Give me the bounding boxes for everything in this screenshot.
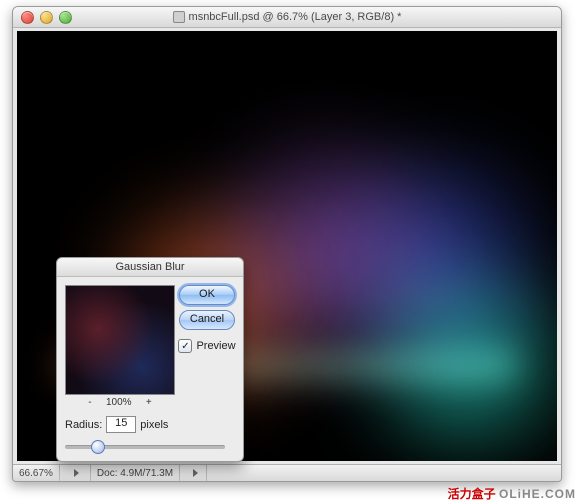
minimize-window-button[interactable] xyxy=(40,11,53,24)
slider-thumb[interactable] xyxy=(91,440,105,454)
triangle-right-icon xyxy=(74,469,79,477)
radius-units: pixels xyxy=(140,419,168,431)
status-bar: 66.67% Doc: 4.9M/71.3M xyxy=(13,464,561,481)
doc-size-info[interactable]: Doc: 4.9M/71.3M xyxy=(91,465,180,481)
preview-checkbox-row[interactable]: ✓ Preview xyxy=(178,339,235,353)
titlebar[interactable]: msnbcFull.psd @ 66.7% (Layer 3, RGB/8) * xyxy=(13,7,561,28)
radius-slider[interactable] xyxy=(65,439,225,453)
ok-button[interactable]: OK xyxy=(179,285,235,305)
cancel-button[interactable]: Cancel xyxy=(179,310,235,330)
zoom-percent: 100% xyxy=(106,397,132,408)
status-popup-button[interactable] xyxy=(180,465,207,481)
zoom-in-button[interactable]: + xyxy=(146,397,152,408)
triangle-right-icon xyxy=(193,469,198,477)
preview-label: Preview xyxy=(196,340,235,352)
dialog-title[interactable]: Gaussian Blur xyxy=(57,258,243,277)
radius-input[interactable]: 15 xyxy=(106,416,136,433)
gaussian-blur-dialog: Gaussian Blur - 100% + OK Cancel ✓ Previ… xyxy=(56,257,244,462)
status-menu-button[interactable] xyxy=(60,465,91,481)
watermark: 活力盒子 OLiHE.COM xyxy=(448,485,576,502)
preview-checkbox[interactable]: ✓ xyxy=(178,339,192,353)
proxy-icon xyxy=(173,11,185,23)
radius-label: Radius: xyxy=(65,419,102,431)
zoom-out-button[interactable]: - xyxy=(88,397,91,408)
slider-track xyxy=(65,445,225,449)
close-window-button[interactable] xyxy=(21,11,34,24)
preview-thumbnail[interactable] xyxy=(65,285,175,395)
zoom-window-button[interactable] xyxy=(59,11,72,24)
document-title: msnbcFull.psd @ 66.7% (Layer 3, RGB/8) * xyxy=(13,11,561,23)
zoom-level[interactable]: 66.67% xyxy=(13,465,60,481)
